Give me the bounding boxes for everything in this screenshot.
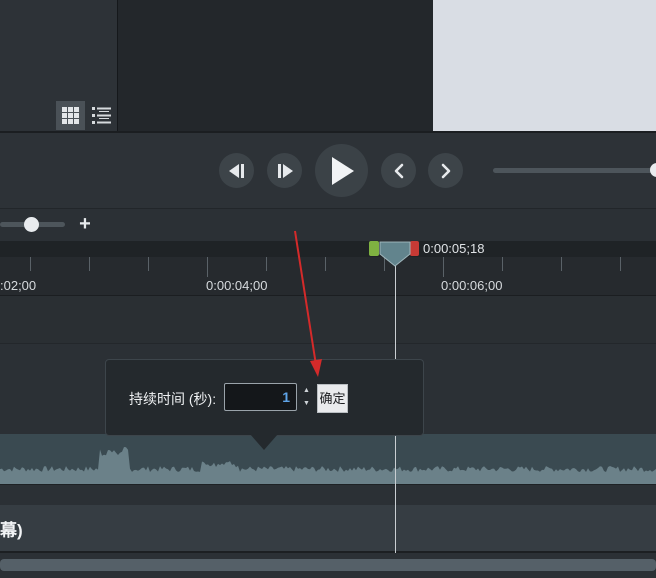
step-back-icon (228, 163, 244, 178)
next-button[interactable] (428, 153, 463, 188)
canvas-preview[interactable] (433, 0, 656, 131)
ruler-label: 0:00:06;00 (441, 278, 503, 293)
step-forward-button[interactable] (267, 153, 302, 188)
annotation-arrow (294, 230, 322, 377)
previous-button[interactable] (381, 153, 416, 188)
ruler-tick (30, 257, 31, 271)
playhead-out-handle[interactable] (410, 241, 419, 256)
zoom-in-button[interactable]: + (76, 213, 94, 235)
grid-view-icon (62, 107, 79, 124)
playhead-handle[interactable] (379, 241, 411, 267)
spin-down-icon[interactable]: ▼ (301, 399, 312, 409)
chevron-right-icon (441, 163, 450, 178)
ruler-tick (561, 257, 562, 271)
horizontal-scrollbar[interactable] (0, 559, 656, 571)
volume-slider[interactable] (493, 168, 656, 173)
spin-up-icon[interactable]: ▲ (301, 386, 312, 396)
ruler-tick (502, 257, 503, 271)
ruler-tick (148, 257, 149, 271)
ruler-tick (207, 257, 208, 277)
plus-icon: + (79, 213, 91, 235)
duration-label: 持续时间 (秒): (129, 391, 217, 407)
caption-track-label: 幕) (0, 521, 23, 540)
step-back-button[interactable] (219, 153, 254, 188)
chevron-left-icon (394, 163, 403, 178)
ruler-tick (443, 257, 444, 277)
center-panel (117, 0, 434, 131)
ruler-label: 0:00:04;00 (206, 278, 268, 293)
confirm-button[interactable]: 确定 (317, 384, 348, 413)
audio-waveform-clip[interactable] (0, 434, 656, 484)
play-icon (331, 156, 354, 185)
caption-track[interactable] (0, 505, 656, 551)
ruler-label: :02;00 (0, 278, 37, 293)
playhead-time: 0:00:05;18 (423, 241, 485, 256)
track-divider (0, 484, 656, 505)
ruler-tick (89, 257, 90, 271)
media-bin-content (0, 0, 117, 101)
grid-view-button[interactable] (56, 101, 85, 130)
ruler-tick (266, 257, 267, 271)
play-button[interactable] (315, 144, 368, 197)
step-forward-icon (277, 163, 293, 178)
playhead-in-handle[interactable] (369, 241, 379, 256)
list-view-button[interactable] (87, 101, 116, 130)
zoom-slider-thumb[interactable] (24, 217, 39, 232)
list-view-icon (92, 107, 111, 124)
audio-waveform (0, 447, 656, 484)
ruler-tick (620, 257, 621, 271)
duration-input[interactable]: 1 (224, 383, 297, 411)
popup-pointer (250, 434, 278, 450)
